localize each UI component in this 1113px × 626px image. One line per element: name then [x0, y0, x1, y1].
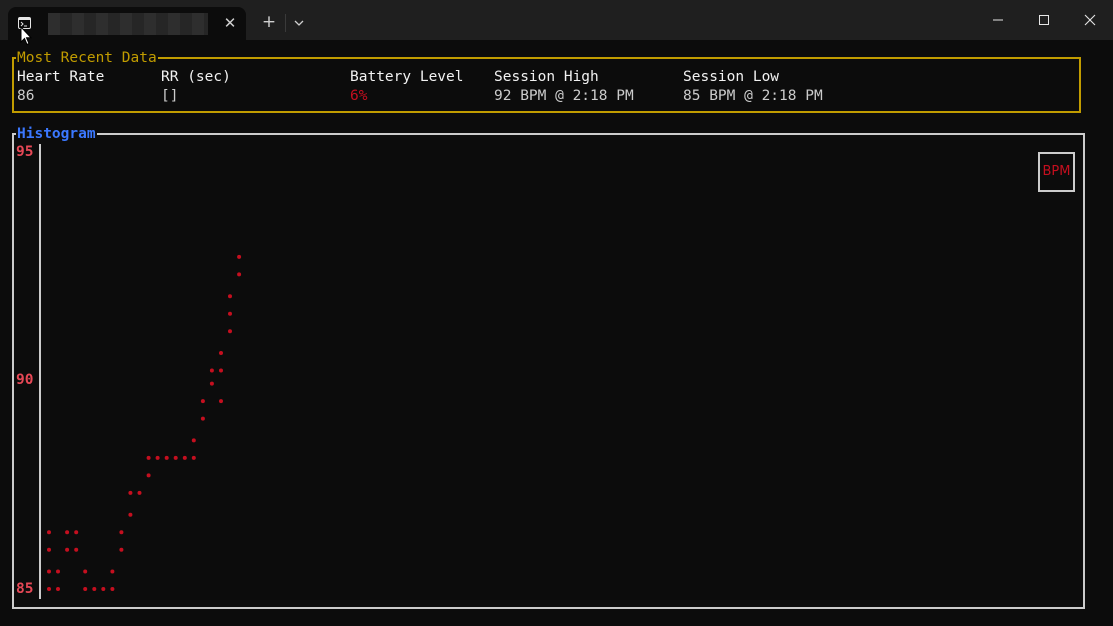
data-point — [74, 547, 79, 552]
data-point — [228, 294, 232, 299]
data-point — [74, 530, 79, 535]
data-point — [47, 547, 51, 552]
data-point — [119, 547, 124, 552]
data-point — [47, 530, 51, 535]
data-point — [182, 455, 187, 460]
data-point — [101, 587, 106, 591]
data-point — [237, 254, 242, 259]
data-point — [228, 329, 232, 334]
data-point — [83, 569, 88, 574]
data-point — [146, 473, 151, 478]
data-point — [83, 587, 88, 591]
data-point — [164, 455, 169, 460]
data-point — [219, 368, 223, 373]
data-point — [137, 490, 142, 495]
data-point — [219, 351, 223, 355]
data-point — [92, 587, 97, 591]
data-point — [128, 490, 133, 495]
data-point — [119, 530, 124, 535]
data-point — [65, 547, 70, 552]
data-point — [155, 455, 160, 460]
data-point — [200, 416, 205, 421]
data-point — [191, 455, 196, 460]
data-point — [237, 272, 242, 277]
data-point — [146, 455, 151, 460]
data-point — [209, 368, 214, 373]
histogram-plot — [47, 254, 242, 591]
data-point — [219, 399, 223, 404]
data-point — [228, 311, 232, 316]
data-point — [110, 587, 115, 591]
data-point — [191, 438, 196, 443]
data-point — [47, 569, 51, 574]
data-point — [110, 569, 115, 574]
data-point — [128, 512, 133, 517]
data-point — [56, 587, 60, 591]
data-point — [47, 587, 51, 591]
data-point — [200, 399, 205, 404]
data-point — [173, 455, 178, 460]
data-point — [56, 569, 60, 574]
data-point — [209, 381, 214, 386]
data-point — [65, 530, 70, 535]
